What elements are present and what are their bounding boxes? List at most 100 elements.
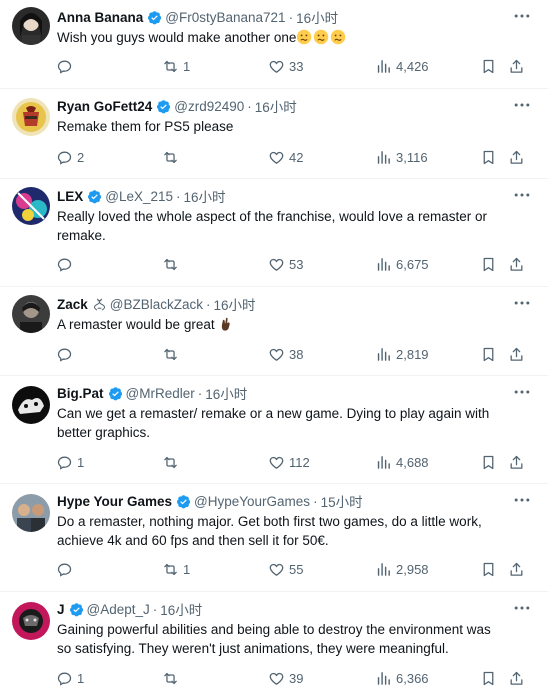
retweet-button[interactable] [162,452,183,472]
share-button[interactable] [508,56,525,76]
author-handle[interactable]: @zrd92490 [174,99,244,114]
like-button[interactable]: 33 [268,56,303,76]
tweet-header: Ryan GoFett24 @zrd92490 · 16小时 [57,96,508,116]
like-button[interactable]: 39 [268,668,303,688]
tweet-actions: 1 55 2,958 [0,559,548,579]
avatar[interactable] [12,386,50,424]
more-options-icon[interactable] [512,6,532,26]
author-handle[interactable]: @HypeYourGames [194,494,310,509]
like-button[interactable]: 53 [268,254,303,274]
reply-button[interactable]: 2 [56,147,84,167]
retweet-button[interactable] [162,668,183,688]
share-icon [510,562,523,576]
timestamp[interactable]: 16小时 [214,294,256,314]
author-name[interactable]: Zack [57,297,88,312]
reply-tweet[interactable]: Hype Your Games @HypeYourGames · 15小时 Do… [0,484,548,592]
retweet-button[interactable] [162,147,183,167]
author-handle[interactable]: @MrRedler [126,386,195,401]
author-handle[interactable]: @Adept_J [87,602,150,617]
like-button[interactable]: 112 [268,452,310,472]
bookmark-button[interactable] [480,56,497,76]
reply-button[interactable]: 1 [56,668,84,688]
tweet-actions: 1 39 6,366 [0,668,548,688]
more-options-icon[interactable] [512,293,532,313]
author-handle[interactable]: @BZBlackZack [110,297,203,312]
author-name[interactable]: Big.Pat [57,386,104,401]
author-handle[interactable]: @LeX_215 [105,189,173,204]
share-button[interactable] [508,254,525,274]
retweet-button[interactable]: 1 [162,56,190,76]
reply-tweet[interactable]: J @Adept_J · 16小时 Gaining powerful abili… [0,592,548,696]
author-name[interactable]: J [57,602,65,617]
share-button[interactable] [508,344,525,364]
like-button[interactable]: 55 [268,559,303,579]
bookmark-button[interactable] [480,254,497,274]
reply-button[interactable]: 1 [56,452,84,472]
reply-tweet[interactable]: Zack @BZBlackZack · 16小时 A remaster woul… [0,287,548,376]
avatar[interactable] [12,494,50,532]
bookmark-button[interactable] [480,668,497,688]
author-handle[interactable]: @Fr0styBanana721 [165,10,285,25]
share-button[interactable] [508,147,525,167]
avatar[interactable] [12,7,50,45]
reply-tweet[interactable]: Big.Pat @MrRedler · 16小时 Can we get a re… [0,376,548,484]
retweet-button[interactable] [162,344,183,364]
author-name[interactable]: LEX [57,189,83,204]
timestamp[interactable]: 16小时 [160,599,202,619]
avatar[interactable] [12,602,50,640]
reply-tweet[interactable]: Anna Banana @Fr0styBanana721 · 16小时 Wish… [0,0,548,89]
like-count: 53 [289,256,304,272]
author-name[interactable]: Hype Your Games [57,494,172,509]
avatar[interactable] [12,187,50,225]
more-options-icon[interactable] [512,95,532,115]
retweet-button[interactable] [162,254,183,274]
share-button[interactable] [508,452,525,472]
reply-button[interactable] [56,344,77,364]
retweet-count: 1 [183,58,191,74]
tweet-actions: 1 112 4,688 [0,452,548,472]
bookmark-button[interactable] [480,559,497,579]
timestamp[interactable]: 16小时 [205,383,247,403]
tweet-text: Wish you guys would make another one [57,28,517,47]
bookmark-button[interactable] [480,344,497,364]
more-options-icon[interactable] [512,185,532,205]
like-button[interactable]: 38 [268,344,303,364]
views-button[interactable]: 6,366 [375,668,429,688]
retweet-button[interactable]: 1 [162,559,190,579]
timestamp[interactable]: 16小时 [296,7,338,27]
more-options-icon[interactable] [512,490,532,510]
confused-face-emoji-icon [314,29,329,45]
tweet-header: J @Adept_J · 16小时 [57,599,508,619]
reply-button[interactable] [56,559,77,579]
reply-count: 2 [77,149,85,165]
separator: · [288,9,294,25]
views-button[interactable]: 2,819 [375,344,429,364]
bookmark-button[interactable] [480,452,497,472]
share-icon [510,455,523,469]
bookmark-button[interactable] [480,147,497,167]
timestamp[interactable]: 16小时 [255,96,297,116]
share-button[interactable] [508,668,525,688]
tweet-text-line: A remaster would be great [57,317,215,332]
share-button[interactable] [508,559,525,579]
author-name[interactable]: Ryan GoFett24 [57,99,152,114]
views-button[interactable]: 6,675 [375,254,429,274]
reply-button[interactable] [56,56,77,76]
reply-tweet[interactable]: Ryan GoFett24 @zrd92490 · 16小时 Remake th… [0,89,548,179]
views-button[interactable]: 4,426 [375,56,429,76]
reply-button[interactable] [56,254,77,274]
like-button[interactable]: 42 [268,147,303,167]
share-icon [510,347,523,361]
reply-tweet[interactable]: LEX @LeX_215 · 16小时 Really loved the who… [0,179,548,287]
avatar[interactable] [12,98,50,136]
tweet-text: Gaining powerful abilities and being abl… [57,620,517,658]
views-button[interactable]: 4,688 [375,452,429,472]
views-button[interactable]: 2,958 [375,559,429,579]
avatar[interactable] [12,295,50,333]
views-button[interactable]: 3,116 [375,147,428,167]
timestamp[interactable]: 16小时 [184,186,226,206]
more-options-icon[interactable] [512,598,532,618]
more-options-icon[interactable] [512,382,532,402]
timestamp[interactable]: 15小时 [321,491,363,511]
author-name[interactable]: Anna Banana [57,10,143,25]
